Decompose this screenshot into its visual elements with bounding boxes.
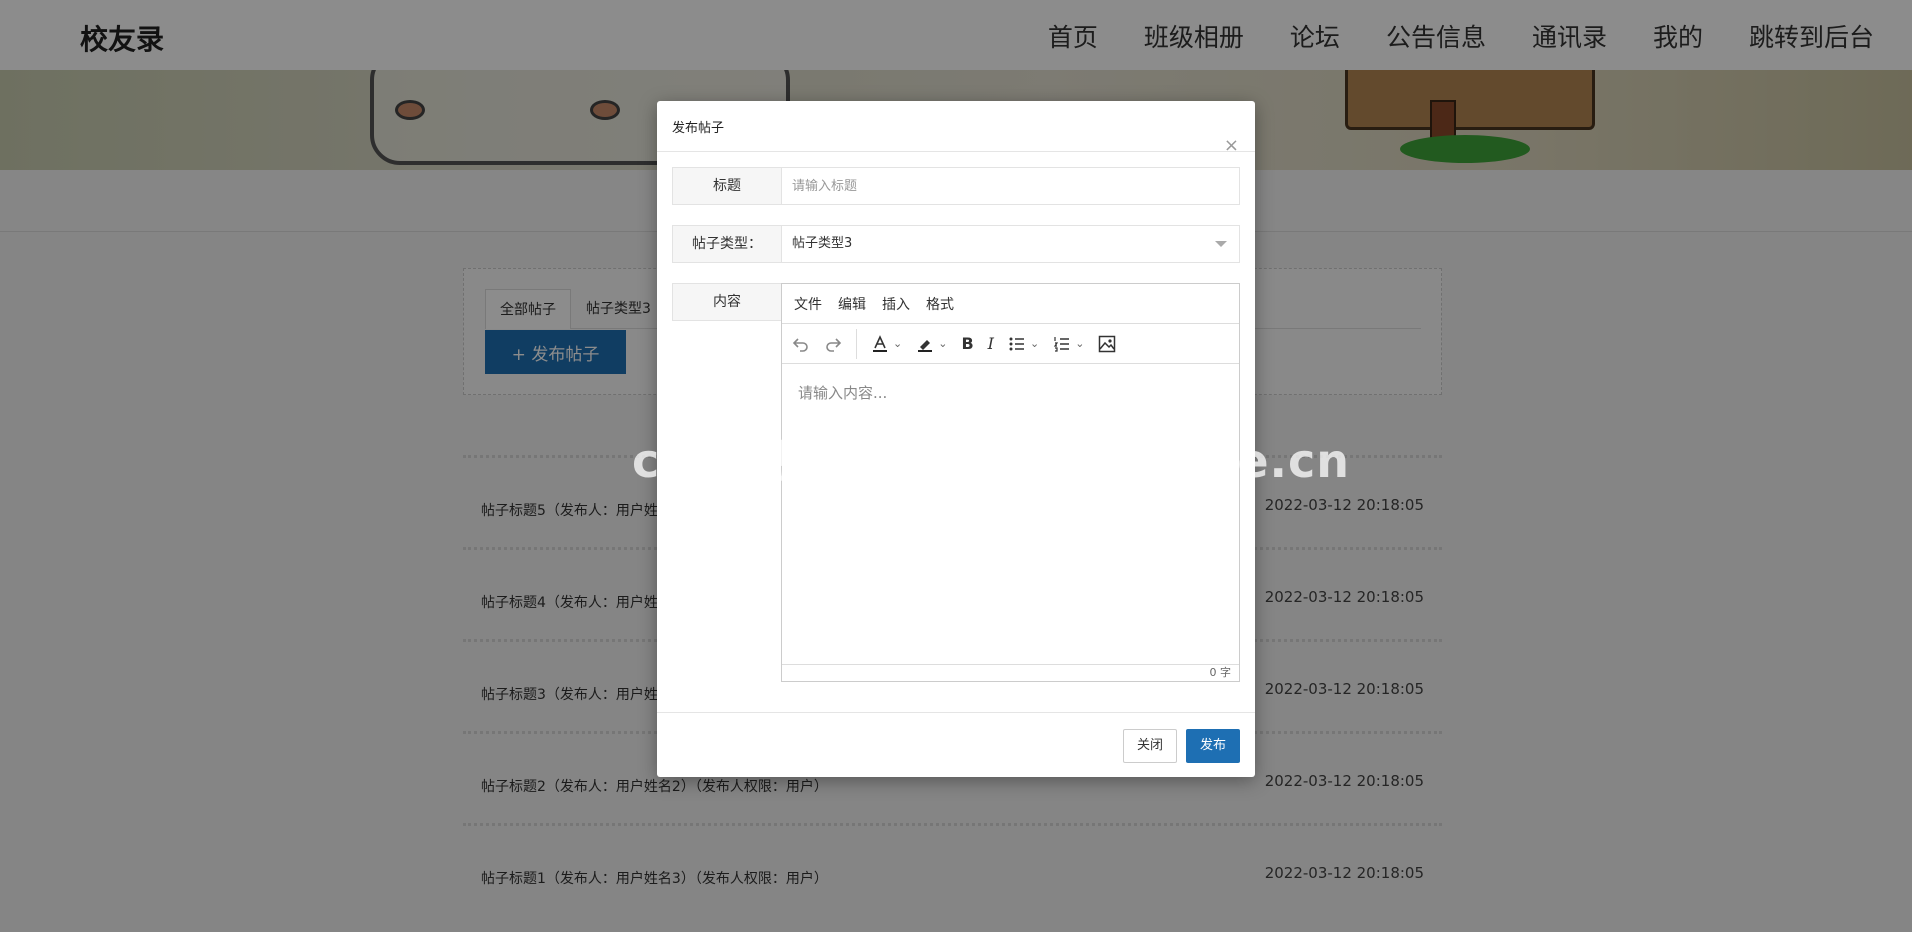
dialog-divider <box>657 151 1255 152</box>
numbered-list-icon[interactable]: ⌄ <box>1053 335 1084 353</box>
submit-button[interactable]: 发布 <box>1186 729 1240 763</box>
close-button[interactable]: 关闭 <box>1123 729 1177 763</box>
chevron-down-icon <box>1215 241 1227 247</box>
editor-menubar: 文件 编辑 插入 格式 <box>782 284 1239 324</box>
close-icon[interactable]: × <box>1224 135 1239 156</box>
italic-icon[interactable]: I <box>988 334 994 353</box>
menu-edit[interactable]: 编辑 <box>838 294 866 314</box>
chevron-down-icon: ⌄ <box>893 337 903 350</box>
dialog-title: 发布帖子 <box>672 121 725 136</box>
undo-icon[interactable] <box>792 335 810 353</box>
chevron-down-icon: ⌄ <box>938 337 948 350</box>
highlight-color-icon[interactable]: ⌄ <box>916 335 947 353</box>
dialog-footer-divider <box>657 712 1255 713</box>
image-icon[interactable] <box>1098 335 1116 353</box>
post-type-value: 帖子类型3 <box>792 236 853 251</box>
redo-icon[interactable] <box>824 335 842 353</box>
word-count: 0 字 <box>782 664 1239 681</box>
title-label: 标题 <box>672 167 782 205</box>
editor-toolbar: ⌄ ⌄ B I ⌄ ⌄ <box>782 324 1239 364</box>
site-watermark: cn围观客www.weiguanke.cn <box>632 434 1351 488</box>
editor-content-area[interactable]: 请输入内容... <box>782 364 1239 664</box>
text-color-icon[interactable]: ⌄ <box>871 334 903 353</box>
post-type-select[interactable]: 帖子类型3 <box>781 225 1240 263</box>
menu-insert[interactable]: 插入 <box>882 294 910 314</box>
content-label: 内容 <box>672 283 782 321</box>
menu-file[interactable]: 文件 <box>794 294 822 314</box>
post-type-label: 帖子类型： <box>672 225 782 263</box>
chevron-down-icon: ⌄ <box>1075 337 1085 350</box>
chevron-down-icon: ⌄ <box>1029 337 1040 350</box>
bold-icon[interactable]: B <box>961 334 973 353</box>
bullet-list-icon[interactable]: ⌄ <box>1008 335 1039 353</box>
toolbar-separator <box>856 328 857 359</box>
menu-format[interactable]: 格式 <box>926 294 954 314</box>
title-input[interactable] <box>781 167 1240 205</box>
